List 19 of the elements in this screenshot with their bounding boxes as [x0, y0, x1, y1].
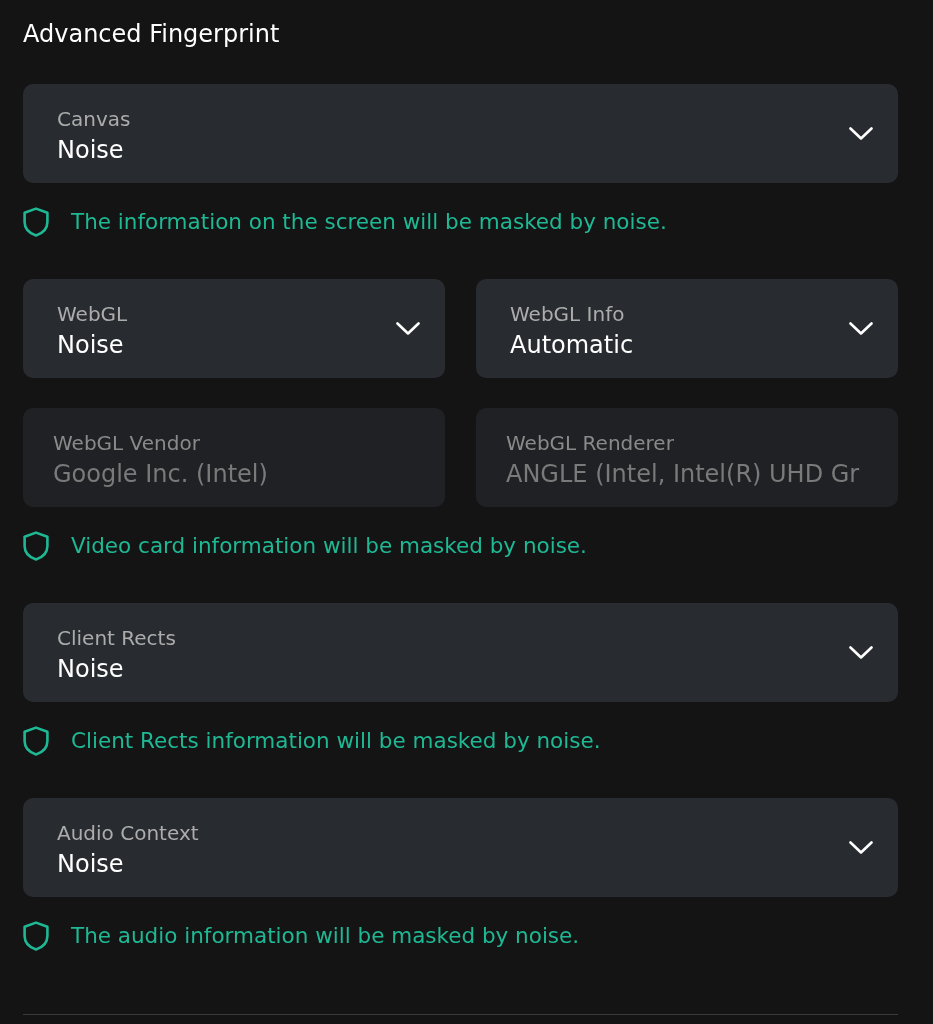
dropdown-select[interactable]: WebGL Noise — [23, 279, 445, 378]
section-title: Advanced Fingerprint — [23, 20, 280, 48]
chevron-down-icon — [849, 322, 873, 335]
shield-icon — [23, 531, 49, 561]
shield-icon — [23, 921, 49, 951]
info-note: Video card information will be masked by noise. — [71, 533, 587, 559]
dropdown-select[interactable]: WebGL Info Automatic — [476, 279, 898, 378]
dropdown-select[interactable]: Client Rects Noise — [23, 603, 898, 702]
shield-icon — [23, 726, 49, 756]
chevron-down-icon — [849, 841, 873, 854]
chevron-down-icon — [396, 322, 420, 335]
dropdown-select[interactable]: Canvas Noise — [23, 84, 898, 183]
dropdown-select[interactable]: Audio Context Noise — [23, 798, 898, 897]
info-note: Client Rects information will be masked by noise. — [71, 728, 601, 754]
chevron-down-icon — [849, 127, 873, 140]
shield-icon — [23, 207, 49, 237]
info-note: The information on the screen will be masked by noise. — [71, 209, 667, 235]
info-note: The audio information will be masked by noise. — [71, 923, 580, 949]
chevron-down-icon — [849, 646, 873, 659]
